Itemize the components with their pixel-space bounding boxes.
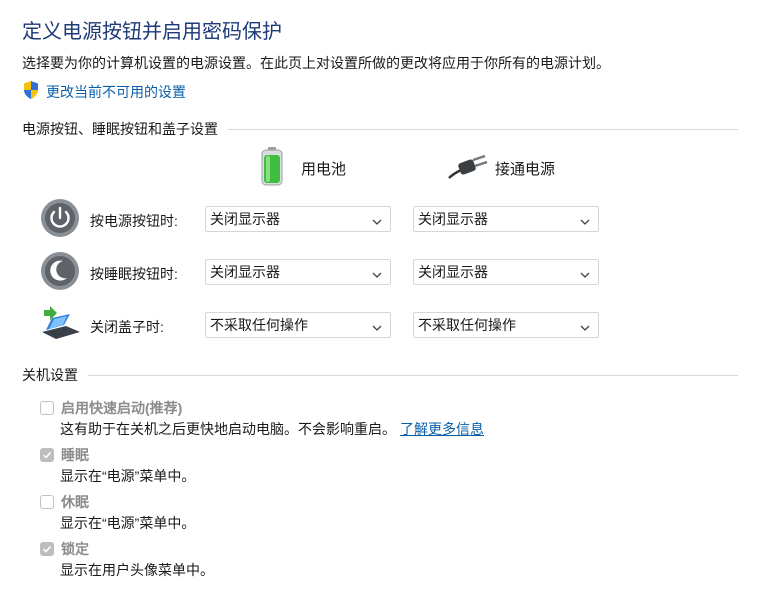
select-value: 不采取任何操作 bbox=[210, 317, 308, 333]
chevron-down-icon bbox=[580, 214, 590, 225]
lid-close-label: 关闭盖子时: bbox=[90, 319, 164, 335]
sleep-button-label: 按睡眠按钮时: bbox=[90, 266, 178, 282]
battery-column-header: 用电池 bbox=[259, 146, 346, 190]
chevron-down-icon bbox=[372, 214, 382, 225]
chevron-down-icon bbox=[372, 320, 382, 331]
checkbox-label: 锁定 bbox=[61, 541, 89, 557]
select-value: 关闭显示器 bbox=[418, 211, 488, 227]
select-value: 关闭显示器 bbox=[210, 264, 280, 280]
select-value: 关闭显示器 bbox=[210, 211, 280, 227]
fast-startup-description: 这有助于在关机之后更快地启动电脑。不会影响重启。 了解更多信息 bbox=[60, 419, 484, 439]
uac-shield-icon bbox=[22, 80, 40, 103]
sleep-button-plugged-select[interactable]: 关闭显示器 bbox=[413, 259, 599, 285]
power-plug-icon bbox=[447, 152, 489, 184]
chevron-down-icon bbox=[580, 267, 590, 278]
page-description: 选择要为你的计算机设置的电源设置。在此页上对设置所做的更改将应用于你所有的电源计… bbox=[22, 55, 610, 71]
section-title: 电源按钮、睡眠按钮和盖子设置 bbox=[22, 121, 218, 137]
sleep-button-battery-select[interactable]: 关闭显示器 bbox=[205, 259, 391, 285]
select-value: 不采取任何操作 bbox=[418, 317, 516, 333]
checkbox-label: 休眠 bbox=[61, 494, 89, 510]
fast-startup-checkbox[interactable] bbox=[40, 401, 54, 415]
buttons-section-header: 电源按钮、睡眠按钮和盖子设置 bbox=[22, 119, 738, 139]
checkmark-icon bbox=[42, 545, 52, 553]
chevron-down-icon bbox=[372, 267, 382, 278]
plugged-column-label: 接通电源 bbox=[495, 160, 556, 178]
checkbox-label: 睡眠 bbox=[61, 447, 89, 463]
chevron-down-icon bbox=[580, 320, 590, 331]
power-button-battery-select[interactable]: 关闭显示器 bbox=[205, 206, 391, 232]
sleep-button-icon bbox=[40, 251, 80, 291]
checkmark-icon bbox=[42, 451, 52, 459]
battery-column-label: 用电池 bbox=[301, 160, 347, 178]
page-title: 定义电源按钮并启用密码保护 bbox=[22, 21, 282, 43]
sleep-checkbox[interactable] bbox=[40, 448, 54, 462]
power-button-plugged-select[interactable]: 关闭显示器 bbox=[413, 206, 599, 232]
change-settings-link[interactable]: 更改当前不可用的设置 bbox=[46, 82, 186, 102]
lock-option[interactable]: 锁定 bbox=[40, 539, 89, 559]
section-divider bbox=[88, 374, 738, 376]
lid-close-plugged-select[interactable]: 不采取任何操作 bbox=[413, 312, 599, 338]
select-value: 关闭显示器 bbox=[418, 264, 488, 280]
power-button-icon bbox=[40, 198, 80, 238]
checkbox-label: 启用快速启动(推荐) bbox=[61, 400, 183, 416]
lid-close-battery-select[interactable]: 不采取任何操作 bbox=[205, 312, 391, 338]
fast-startup-option[interactable]: 启用快速启动(推荐) bbox=[40, 398, 182, 418]
learn-more-link[interactable]: 了解更多信息 bbox=[400, 421, 484, 437]
battery-icon bbox=[259, 146, 285, 190]
section-divider bbox=[228, 128, 738, 130]
sleep-option[interactable]: 睡眠 bbox=[40, 445, 89, 465]
lock-description: 显示在用户头像菜单中。 bbox=[60, 562, 214, 578]
hibernate-description: 显示在“电源”菜单中。 bbox=[60, 515, 196, 531]
hibernate-option[interactable]: 休眠 bbox=[40, 492, 89, 512]
shutdown-section-header: 关机设置 bbox=[22, 365, 738, 385]
power-button-label: 按电源按钮时: bbox=[90, 213, 178, 229]
section-title: 关机设置 bbox=[22, 367, 78, 383]
plugged-column-header: 接通电源 bbox=[447, 152, 555, 184]
laptop-lid-icon bbox=[40, 306, 80, 346]
lock-checkbox[interactable] bbox=[40, 542, 54, 556]
description-text: 这有助于在关机之后更快地启动电脑。不会影响重启。 bbox=[60, 421, 396, 437]
hibernate-checkbox[interactable] bbox=[40, 495, 54, 509]
change-settings-row[interactable]: 更改当前不可用的设置 bbox=[22, 80, 186, 103]
sleep-description: 显示在“电源”菜单中。 bbox=[60, 468, 196, 484]
